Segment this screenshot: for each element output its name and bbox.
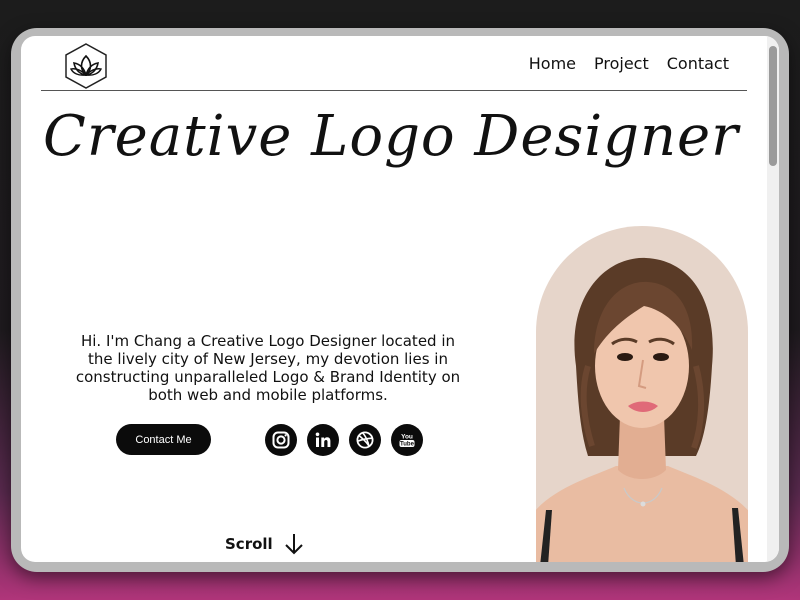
youtube-icon: You Tube — [399, 434, 415, 448]
social-links: You Tube — [265, 424, 423, 456]
linkedin-icon — [315, 432, 331, 447]
intro-text: Hi. I'm Chang a Creative Logo Designer l… — [75, 332, 461, 404]
page-scrollbar[interactable] — [767, 36, 779, 562]
youtube-link[interactable]: You Tube — [391, 424, 423, 456]
scrollbar-thumb[interactable] — [769, 46, 777, 166]
nav-contact-link[interactable]: Contact — [667, 54, 729, 73]
browser-screen: Home Project Contact Creative Logo Desig… — [21, 36, 779, 562]
nav-divider — [41, 90, 747, 91]
nav-project-link[interactable]: Project — [594, 54, 649, 73]
arrow-down-icon — [284, 534, 303, 555]
dribbble-icon — [356, 431, 374, 449]
nav-home-link[interactable]: Home — [529, 54, 576, 73]
main-nav: Home Project Contact — [529, 54, 729, 73]
contact-me-button[interactable]: Contact Me — [116, 424, 211, 455]
youtube-wordmark-top: You — [401, 434, 413, 441]
hero-title: Creative Logo Designer — [43, 104, 739, 169]
portrait-photo — [536, 257, 748, 562]
linkedin-link[interactable] — [307, 424, 339, 456]
portrait-arch — [536, 226, 748, 562]
dribbble-link[interactable] — [349, 424, 381, 456]
scroll-indicator[interactable]: Scroll — [225, 532, 305, 556]
instagram-link[interactable] — [265, 424, 297, 456]
instagram-icon — [272, 431, 290, 449]
scroll-label: Scroll — [225, 535, 273, 553]
lotus-logo-icon[interactable] — [63, 42, 109, 90]
youtube-wordmark-bottom: Tube — [400, 442, 415, 448]
